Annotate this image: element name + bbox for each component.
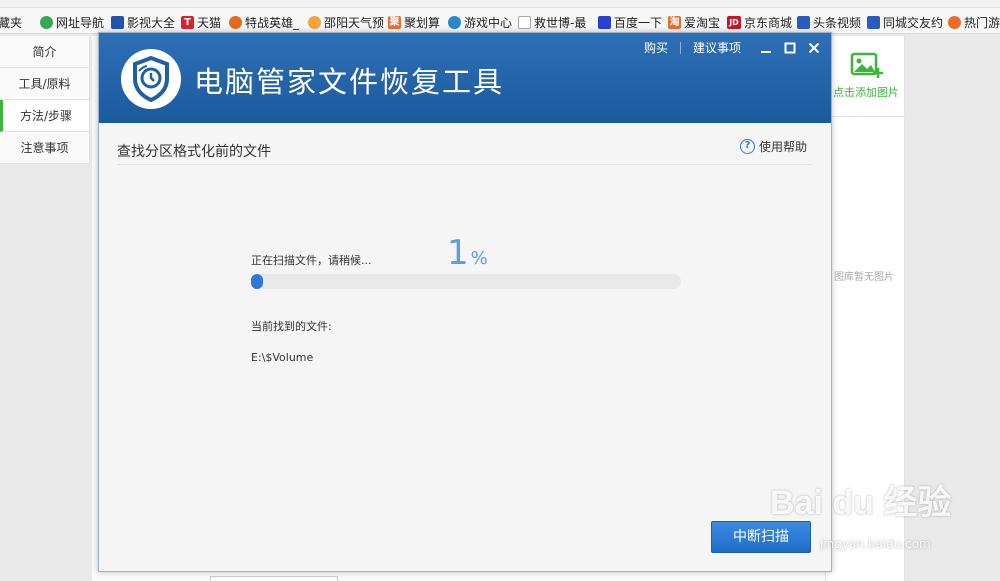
nav-item-steps[interactable]: 方法/步骤 xyxy=(0,100,90,132)
baidu-jingyan-watermark: Bai du 经验 jingyan.baidu.com xyxy=(770,475,952,551)
gamepad-icon xyxy=(448,16,461,29)
browser-top-strip xyxy=(0,0,1000,8)
scan-progress-fill xyxy=(251,274,263,289)
shield-clock-logo-icon xyxy=(121,49,181,109)
toutiao-icon xyxy=(797,16,810,29)
watermark-url: jingyan.baidu.com xyxy=(820,537,931,551)
home-icon xyxy=(40,16,53,29)
dialog-header: 电脑管家文件恢复工具 购买 建议事项 xyxy=(99,33,831,123)
bookmark-aitaobao[interactable]: 淘爱淘宝 xyxy=(668,14,720,31)
bookmark-game-center[interactable]: 游戏中心 xyxy=(448,14,512,31)
bookmark-tongcheng[interactable]: 同城交友约 xyxy=(867,14,943,31)
juhuasuan-icon: 聚 xyxy=(388,16,401,29)
panel-divider xyxy=(826,116,906,117)
maximize-icon[interactable] xyxy=(781,41,799,55)
bookmark-hot-games[interactable]: 热门游戏 xyxy=(948,14,1000,31)
current-file-label: 当前找到的文件: xyxy=(251,320,332,333)
dialog-title: 电脑管家文件恢复工具 xyxy=(194,65,505,99)
stop-scan-button[interactable]: 中断扫描 xyxy=(711,521,811,553)
progress-percent: 1% xyxy=(447,233,488,273)
suggestion-link[interactable]: 建议事项 xyxy=(693,39,741,56)
bookmark-hero-game[interactable]: 特战英雄_ xyxy=(229,14,299,31)
help-icon: ? xyxy=(739,139,755,154)
scan-progress-bar xyxy=(251,274,681,289)
tmall-icon: T xyxy=(181,16,194,29)
progress-percent-value: 1 xyxy=(447,233,469,273)
article-left-nav: 简介 工具/原料 方法/步骤 注意事项 xyxy=(0,36,90,164)
bookmark-favorites[interactable]: 收藏夹 xyxy=(0,14,22,31)
minimize-icon[interactable] xyxy=(757,41,775,55)
bookmarks-bar: 收藏夹 网址导航 影视大全 T天猫 特战英雄_ 邵阳天气预 聚聚划算 游戏中心 … xyxy=(0,8,1000,34)
page-icon xyxy=(518,16,531,29)
file-recovery-dialog: 电脑管家文件恢复工具 购买 建议事项 查找分区格式化前的文件 ? 使用帮助 正在… xyxy=(98,32,832,572)
bookmark-page[interactable]: 救世博-最 xyxy=(518,14,586,31)
jd-icon: JD xyxy=(727,16,741,29)
no-picture-text: 图库暂无图片 xyxy=(834,272,894,283)
progress-percent-symbol: % xyxy=(470,248,488,269)
tongcheng-icon xyxy=(867,16,880,29)
add-picture-label: 点击添加图片 xyxy=(833,86,899,99)
header-links: 购买 建议事项 xyxy=(644,39,823,56)
flame-icon xyxy=(948,16,961,29)
close-icon[interactable] xyxy=(805,41,823,55)
bottom-tab xyxy=(210,576,338,581)
baidu-paw-icon xyxy=(598,16,611,29)
help-link[interactable]: ? 使用帮助 xyxy=(739,138,807,155)
weather-icon xyxy=(308,16,321,29)
help-label: 使用帮助 xyxy=(758,140,807,154)
header-link-divider xyxy=(679,41,681,54)
bookmark-toutiao[interactable]: 头条视频 xyxy=(797,14,861,31)
scanning-status-label: 正在扫描文件，请稍候... xyxy=(251,254,372,267)
subtitle-divider xyxy=(117,164,812,165)
buy-link[interactable]: 购买 xyxy=(644,39,668,56)
bookmark-weather[interactable]: 邵阳天气预 xyxy=(308,14,384,31)
bookmark-tmall[interactable]: T 天猫 xyxy=(181,14,221,31)
watermark-main: Bai du 经验 xyxy=(770,484,952,522)
film-icon xyxy=(111,16,124,29)
nav-item-tools[interactable]: 工具/原料 xyxy=(0,68,90,100)
add-picture-button[interactable]: 点击添加图片 xyxy=(826,50,906,100)
nav-item-intro[interactable]: 简介 xyxy=(0,36,90,68)
bookmark-baidu[interactable]: 百度一下 xyxy=(598,14,662,31)
bookmark-jd[interactable]: JD 京东商城 xyxy=(727,14,792,31)
bookmark-nav[interactable]: 网址导航 xyxy=(40,14,104,31)
nav-item-notes[interactable]: 注意事项 xyxy=(0,132,90,164)
bookmark-juhuasuan[interactable]: 聚聚划算 xyxy=(388,14,440,31)
game-character-icon xyxy=(229,16,242,29)
current-file-path: E:\$Volume xyxy=(251,351,314,364)
add-image-icon xyxy=(850,52,883,78)
bookmark-video[interactable]: 影视大全 xyxy=(111,14,175,31)
dialog-subtitle: 查找分区格式化前的文件 xyxy=(117,144,271,160)
taobao-icon: 淘 xyxy=(668,16,681,29)
